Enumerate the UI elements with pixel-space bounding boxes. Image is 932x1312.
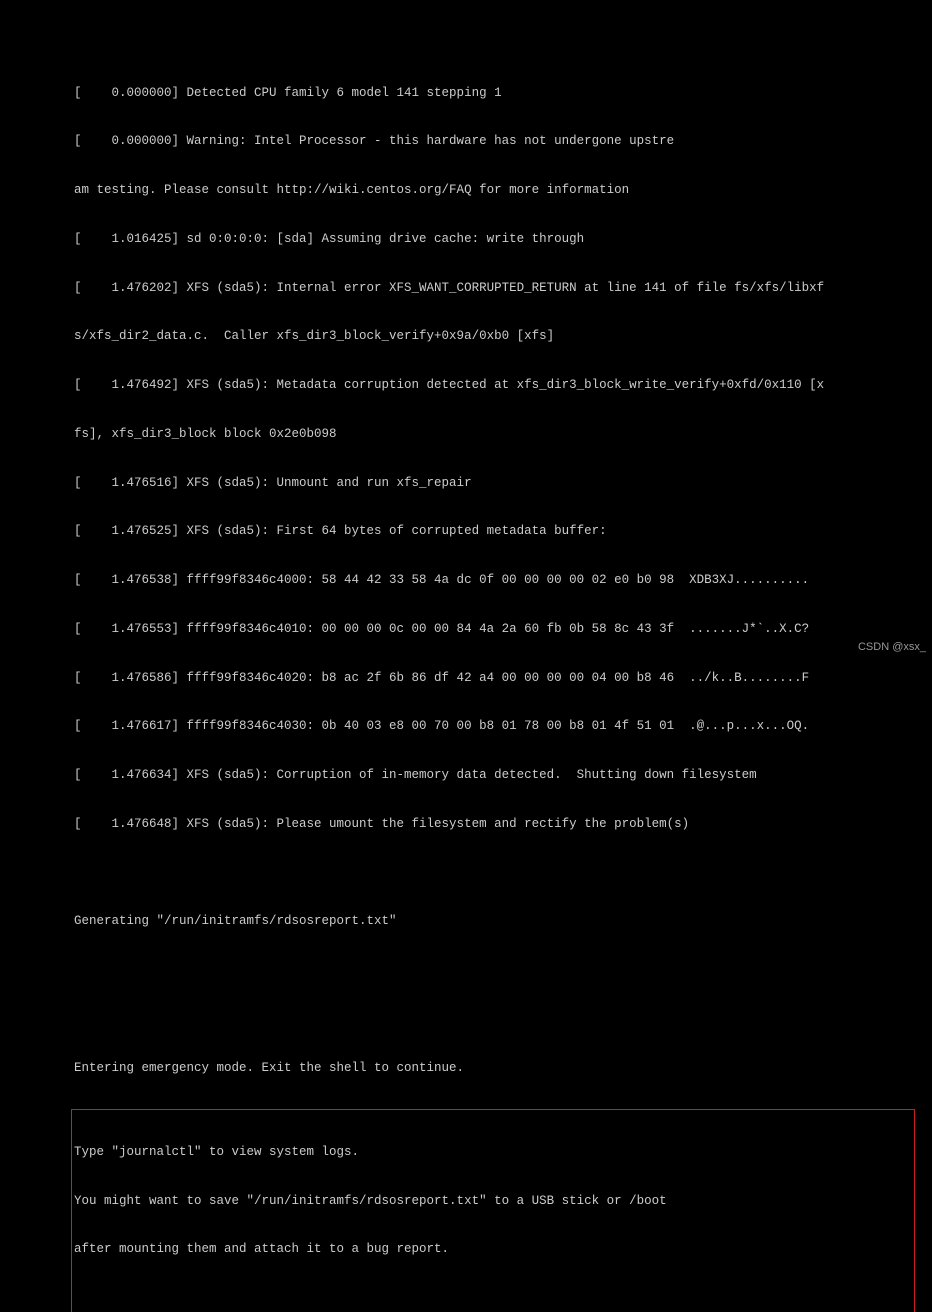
boxed-line: after mounting them and attach it to a b…	[74, 1241, 912, 1257]
log-line: [ 1.476516] XFS (sda5): Unmount and run …	[74, 475, 912, 491]
log-line: [ 1.016425] sd 0:0:0:0: [sda] Assuming d…	[74, 231, 912, 247]
log-line: [ 1.476202] XFS (sda5): Internal error X…	[74, 280, 912, 296]
log-line: [ 1.476648] XFS (sda5): Please umount th…	[74, 816, 912, 832]
emergency-header: Entering emergency mode. Exit the shell …	[74, 1060, 912, 1076]
log-line: [ 1.476553] ffff99f8346c4010: 00 00 00 0…	[74, 621, 912, 637]
log-line: [ 1.476538] ffff99f8346c4000: 58 44 42 3…	[74, 572, 912, 588]
log-line: [ 1.476525] XFS (sda5): First 64 bytes o…	[74, 523, 912, 539]
boxed-line	[74, 1290, 912, 1306]
watermark-text: CSDN @xsx_	[858, 640, 926, 654]
generating-line: Generating "/run/initramfs/rdsosreport.t…	[74, 913, 912, 929]
log-line: [ 0.000000] Warning: Intel Processor - t…	[74, 133, 912, 149]
log-line: s/xfs_dir2_data.c. Caller xfs_dir3_block…	[74, 328, 912, 344]
blank-line	[74, 1011, 912, 1027]
log-line: am testing. Please consult http://wiki.c…	[74, 182, 912, 198]
log-line: [ 1.476617] ffff99f8346c4030: 0b 40 03 e…	[74, 718, 912, 734]
log-line: [ 1.476492] XFS (sda5): Metadata corrupt…	[74, 377, 912, 393]
blank-line	[74, 865, 912, 881]
highlighted-message-box: Type "journalctl" to view system logs. Y…	[71, 1109, 915, 1312]
boxed-line: You might want to save "/run/initramfs/r…	[74, 1193, 912, 1209]
blank-line	[74, 962, 912, 978]
log-line: [ 1.476634] XFS (sda5): Corruption of in…	[74, 767, 912, 783]
log-line: fs], xfs_dir3_block block 0x2e0b098	[74, 426, 912, 442]
boxed-line: Type "journalctl" to view system logs.	[74, 1144, 912, 1160]
console-output: [ 0.000000] Detected CPU family 6 model …	[0, 0, 932, 1312]
log-line: [ 0.000000] Detected CPU family 6 model …	[74, 85, 912, 101]
log-line: [ 1.476586] ffff99f8346c4020: b8 ac 2f 6…	[74, 670, 912, 686]
